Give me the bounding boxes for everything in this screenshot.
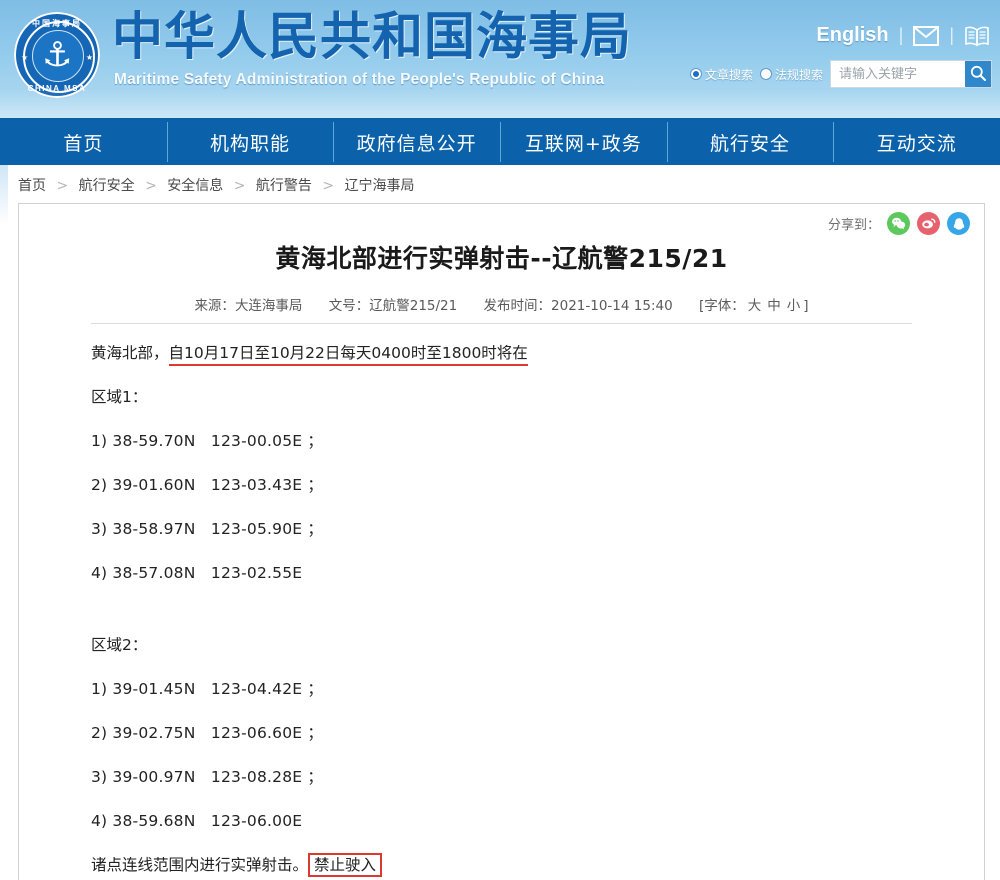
font-size-suffix: ] <box>803 298 808 314</box>
region2-point-2: 2) 39-02.75N 123-06.60E ； <box>91 722 912 744</box>
search-icon <box>970 65 986 84</box>
book-icon[interactable] <box>964 26 990 46</box>
nav-item-internet-plus[interactable]: 互联网+政务 <box>500 119 667 165</box>
article-source: 来源：大连海事局 <box>194 298 302 314</box>
page-body: 首页 > 航行安全 > 安全信息 > 航行警告 > 辽宁海事局 分享到： <box>0 165 1000 880</box>
header-search-area: 文章搜索 法规搜索 <box>690 60 992 88</box>
breadcrumb-item-home[interactable]: 首页 <box>18 178 46 194</box>
main-navigation: 首页 机构职能 政府信息公开 互联网+政务 航行安全 互动交流 <box>0 118 1000 165</box>
region2-label: 区域2： <box>91 634 912 656</box>
search-scope-article-label: 文章搜索 <box>705 66 753 83</box>
intro-prefix-text: 黄海北部， <box>91 344 169 362</box>
region2-point-3: 3) 39-00.97N 123-08.28E ； <box>91 766 912 788</box>
article-doc-number-value: 辽航警215/21 <box>369 298 457 314</box>
breadcrumb-item-safety-info[interactable]: 安全信息 <box>167 178 223 194</box>
breadcrumb-separator: > <box>145 178 157 194</box>
paragraph-intro: 黄海北部，自10月17日至10月22日每天0400时至1800时将在 <box>91 342 912 364</box>
breadcrumb-item-navigation-safety[interactable]: 航行安全 <box>79 178 135 194</box>
breadcrumb-separator: > <box>234 178 246 194</box>
search-button[interactable] <box>965 61 991 87</box>
radio-article-icon[interactable] <box>690 68 702 80</box>
utility-separator-1: | <box>899 25 904 46</box>
mail-icon[interactable] <box>913 26 939 46</box>
search-scope-regulation-label: 法规搜索 <box>775 66 823 83</box>
paragraph-conclusion: 诸点连线范围内进行实弹射击。禁止驶入 <box>91 854 912 876</box>
conclusion-highlighted-warning: 禁止驶入 <box>308 853 382 877</box>
breadcrumb-item-navigation-warning[interactable]: 航行警告 <box>256 178 312 194</box>
search-input[interactable] <box>831 61 965 87</box>
article-body: 黄海北部，自10月17日至10月22日每天0400时至1800时将在 区域1： … <box>19 324 984 876</box>
intro-highlighted-period: 自10月17日至10月22日每天0400时至1800时将在 <box>169 344 528 366</box>
article-panel: 分享到： <box>18 203 985 880</box>
weibo-share-icon[interactable] <box>917 212 940 235</box>
paragraph-spacer <box>91 606 912 620</box>
left-edge-decoration <box>0 165 8 225</box>
breadcrumb: 首页 > 航行安全 > 安全信息 > 航行警告 > 辽宁海事局 <box>0 165 1000 203</box>
nav-item-home[interactable]: 首页 <box>0 119 167 165</box>
breadcrumb-item-liaoning-msa[interactable]: 辽宁海事局 <box>345 178 415 194</box>
english-language-link[interactable]: English <box>816 24 888 47</box>
emblem-arc-bottom-text: CHINA MSA <box>8 84 106 93</box>
article-publish-label: 发布时间： <box>484 298 552 314</box>
brand-title-english: Maritime Safety Administration of the Pe… <box>114 70 632 90</box>
header-utility-bar: English | | <box>816 24 990 47</box>
region1-point-2: 2) 39-01.60N 123-03.43E ； <box>91 474 912 496</box>
emblem-arc-top-text: 中国海事局 <box>8 18 106 29</box>
search-scope-regulation[interactable]: 法规搜索 <box>760 66 823 83</box>
font-size-controls: [字体：大中小] <box>699 298 809 314</box>
share-label: 分享到： <box>828 214 880 233</box>
font-size-prefix: [字体： <box>699 298 745 314</box>
share-bar: 分享到： <box>828 212 970 235</box>
site-header: ⚓ 中国海事局 CHINA MSA ★ ★ 中华人民共和国海事局 Maritim… <box>0 0 1000 118</box>
emblem-star-left-icon: ★ <box>21 53 28 62</box>
brand-title-chinese: 中华人民共和国海事局 <box>112 8 632 68</box>
article-doc-number-label: 文号： <box>329 298 370 314</box>
article-publish-time: 发布时间：2021-10-14 15:40 <box>484 298 673 314</box>
region1-point-1: 1) 38-59.70N 123-00.05E ； <box>91 430 912 452</box>
breadcrumb-separator: > <box>322 178 334 194</box>
region2-point-4: 4) 38-59.68N 123-06.00E <box>91 810 912 832</box>
article-doc-number: 文号：辽航警215/21 <box>329 298 458 314</box>
font-size-large-button[interactable]: 大 <box>748 298 762 314</box>
font-size-medium-button[interactable]: 中 <box>767 298 781 314</box>
anchor-icon: ⚓ <box>42 34 72 76</box>
font-size-small-button[interactable]: 小 <box>787 298 801 314</box>
nav-item-interaction[interactable]: 互动交流 <box>833 119 1000 165</box>
qq-share-icon[interactable] <box>947 212 970 235</box>
utility-separator-2: | <box>949 25 954 46</box>
region1-point-3: 3) 38-58.97N 123-05.90E ； <box>91 518 912 540</box>
nav-item-organization[interactable]: 机构职能 <box>167 119 334 165</box>
article-source-value: 大连海事局 <box>235 298 303 314</box>
header-gradient-overlay <box>0 88 1000 118</box>
region1-label: 区域1： <box>91 386 912 408</box>
article-publish-value: 2021-10-14 15:40 <box>551 298 673 314</box>
conclusion-prefix-text: 诸点连线范围内进行实弹射击。 <box>91 856 308 874</box>
emblem-star-right-icon: ★ <box>86 53 93 62</box>
region1-point-4: 4) 38-57.08N 123-02.55E <box>91 562 912 584</box>
search-box <box>830 60 992 88</box>
article-source-label: 来源： <box>194 298 235 314</box>
breadcrumb-separator: > <box>56 178 68 194</box>
site-brand: 中华人民共和国海事局 Maritime Safety Administratio… <box>112 8 632 90</box>
search-scope-article[interactable]: 文章搜索 <box>690 66 753 83</box>
radio-regulation-icon[interactable] <box>760 68 772 80</box>
region2-point-1: 1) 39-01.45N 123-04.42E ； <box>91 678 912 700</box>
wechat-share-icon[interactable] <box>887 212 910 235</box>
nav-item-navigation-safety[interactable]: 航行安全 <box>667 119 834 165</box>
article-meta: 来源：大连海事局 文号：辽航警215/21 发布时间：2021-10-14 15… <box>91 294 912 324</box>
msa-emblem-logo: ⚓ 中国海事局 CHINA MSA ★ ★ <box>8 6 106 104</box>
nav-item-government-info[interactable]: 政府信息公开 <box>333 119 500 165</box>
